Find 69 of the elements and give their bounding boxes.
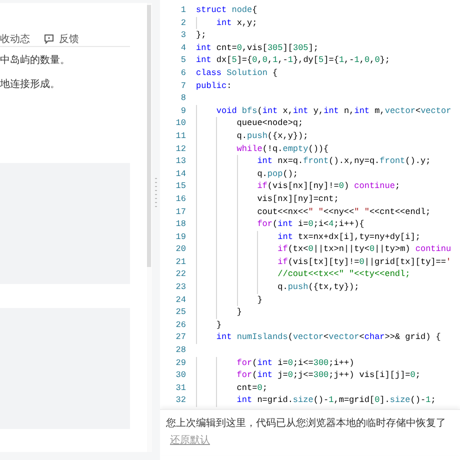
- line-number: 29: [174, 356, 187, 370]
- code-line: int numIslands(vector<vector<char>>& grid) {: [188, 331, 441, 344]
- line-number: 1: [180, 4, 187, 17]
- line-number: 4: [180, 42, 187, 54]
- code-line: while(!q.empty()){: [188, 142, 329, 156]
- code-line: int cnt=0,vis[305][305];: [195, 42, 318, 54]
- line-number: 8: [180, 92, 187, 105]
- code-line: public:: [195, 80, 232, 92]
- code-line: int tx=nx+dx[i],ty=ny+dy[i];: [188, 230, 420, 244]
- code-line: if(vis[tx][ty]!=0||grid[tx][ty]==': [188, 256, 452, 268]
- code-line: //cout<<tx<<" "<<ty<<endl;: [188, 268, 410, 282]
- code-line: for(int i=0;i<=300;i++): [188, 356, 354, 370]
- code-line: q.push({x,y});: [188, 130, 308, 143]
- code-line: q.push({tx,ty});: [188, 281, 360, 294]
- code-line: int x,y;: [188, 16, 258, 30]
- line-number: 15: [174, 180, 187, 193]
- code-line: class Solution {: [195, 66, 278, 80]
- line-number: 23: [174, 281, 187, 294]
- code-line: struct node{: [195, 4, 258, 17]
- line-number: 6: [180, 66, 187, 80]
- code-line: cout<<nx<<" "<<ny<<" "<<cnt<<endl;: [188, 206, 431, 218]
- code-line: if(vis[nx][ny]!=0) continue;: [188, 180, 400, 193]
- line-number: 19: [174, 230, 187, 244]
- description-text: 中岛屿的数量。: [0, 55, 71, 67]
- line-number: 20: [174, 243, 187, 256]
- line-number: 13: [174, 155, 187, 168]
- line-number: 3: [180, 29, 187, 42]
- code-line: int n=grid.size()-1,m=grid[0].size()-1;: [188, 394, 436, 407]
- line-number: 26: [174, 318, 187, 332]
- line-number: 30: [174, 369, 187, 382]
- line-number: 7: [180, 80, 187, 92]
- code-line: };: [195, 29, 206, 42]
- code-line: for(int i=0;i<4;i++){: [188, 218, 364, 231]
- code-line: cnt=0;: [188, 382, 268, 394]
- line-number: 28: [174, 344, 187, 357]
- line-number: 32: [174, 394, 187, 407]
- line-number: 21: [174, 256, 187, 268]
- toolbar-link[interactable]: 反馈: [59, 32, 79, 47]
- restore-notice: 您上次编辑到这里，代码已从您浏览器本地的临时存储中恢复了 还原默认: [160, 409, 460, 455]
- code-editor[interactable]: [160, 0, 460, 460]
- line-number: 31: [174, 382, 187, 394]
- code-line: int dx[5]={0,0,1,-1},dy[5]={1,-1,0,0};: [195, 54, 390, 67]
- code-line: }: [188, 306, 242, 319]
- line-number: 9: [180, 104, 187, 118]
- code-line: }: [188, 294, 262, 306]
- feedback-icon[interactable]: [44, 34, 54, 44]
- code-line: int nx=q.front().x,ny=q.front().y;: [188, 155, 431, 168]
- line-number: 17: [174, 206, 187, 218]
- line-number: 27: [174, 331, 187, 344]
- line-number: 18: [174, 218, 187, 231]
- code-line: }: [188, 318, 222, 332]
- code-line: queue<node>q;: [188, 117, 304, 130]
- line-number: 16: [174, 192, 187, 206]
- line-number: 24: [174, 294, 187, 306]
- line-number: 2: [180, 16, 187, 30]
- line-number: 10: [174, 117, 187, 130]
- line-number: 25: [174, 306, 187, 319]
- toolbar-link[interactable]: 收动态: [0, 32, 30, 47]
- description-text: 地连接形成。: [0, 79, 61, 91]
- code-line: for(int j=0;j<=300;j++) vis[i][j]=0;: [188, 369, 421, 382]
- line-number: 11: [174, 130, 187, 143]
- line-number: 5: [180, 54, 187, 67]
- line-number: 14: [174, 168, 187, 180]
- line-number: 22: [174, 268, 187, 282]
- code-line: q.pop();: [188, 168, 298, 180]
- code-line: if(tx<0||tx>n||ty<0||ty>m) continu: [188, 243, 452, 256]
- line-number: 12: [174, 142, 187, 156]
- code-line: vis[nx][ny]=cnt;: [188, 192, 339, 206]
- code-line: void bfs(int x,int y,int n,int m,vector<vector: [188, 104, 452, 118]
